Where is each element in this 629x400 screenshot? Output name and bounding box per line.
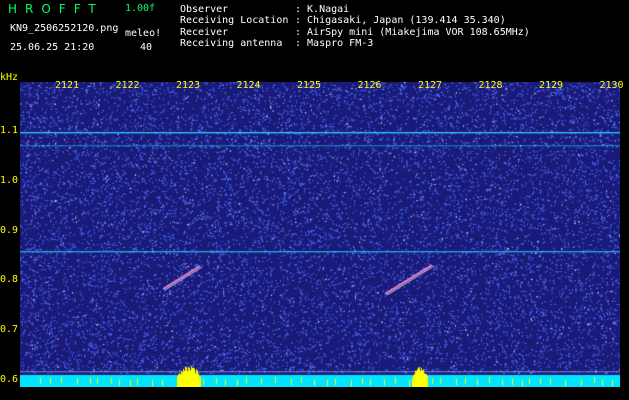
location-value: : Chigasaki, Japan (139.414 35.340) (295, 15, 506, 26)
app-logo: HROFFT (8, 2, 104, 16)
y-tick: 0.7 (0, 324, 19, 335)
antenna-label: Receiving antenna (180, 38, 283, 49)
spectrogram-plot (20, 82, 620, 387)
version-label: 1.00f (125, 3, 156, 14)
spectrogram-canvas (20, 82, 620, 387)
x-tick: 2124 (236, 80, 261, 91)
observer-label: Observer (180, 4, 229, 15)
x-tick: 2129 (539, 80, 564, 91)
datetime-label: 25.06.25 21:20 (10, 42, 95, 53)
x-tick: 2122 (115, 80, 140, 91)
location-label: Receiving Location (180, 15, 289, 26)
filename-label: KN9_2506252120.png (10, 23, 119, 34)
y-unit-label: kHz (0, 72, 19, 83)
x-tick: 2128 (478, 80, 503, 91)
receiver-value: : AirSpy mini (Miakejima VOR 108.65MHz) (295, 27, 530, 38)
y-tick: 0.8 (0, 274, 19, 285)
count-label: 40 (140, 42, 153, 53)
x-tick: 2123 (176, 80, 201, 91)
x-tick: 2130 (599, 80, 624, 91)
observer-value: : K.Nagai (295, 4, 350, 15)
x-tick: 2126 (357, 80, 382, 91)
y-tick: 1.0 (0, 175, 19, 186)
antenna-value: : Maspro FM-3 (295, 38, 374, 49)
receiver-label: Receiver (180, 27, 229, 38)
y-tick: 0.9 (0, 225, 19, 236)
x-tick: 2121 (55, 80, 80, 91)
y-tick: 1.1 (0, 125, 19, 136)
unit-label: meleo! (125, 28, 162, 39)
y-tick: 0.6 (0, 374, 19, 385)
x-tick: 2127 (418, 80, 443, 91)
x-tick: 2125 (297, 80, 322, 91)
